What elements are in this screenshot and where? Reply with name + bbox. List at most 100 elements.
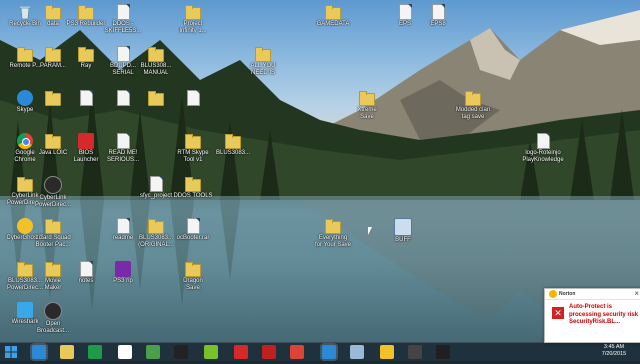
folder-icon <box>148 219 164 234</box>
file-icon <box>116 46 130 62</box>
close-icon[interactable]: × <box>634 289 639 298</box>
notification-message: Auto-Protect is processing security risk… <box>569 304 639 325</box>
desktop-icon[interactable]: ocBooter.rar <box>170 218 216 242</box>
desktop-icon[interactable]: DDOS TOOLS <box>170 176 216 200</box>
app-icon <box>115 261 131 277</box>
desktop-icon[interactable]: PS3 rip <box>100 261 146 285</box>
terminal-icon[interactable] <box>408 345 422 359</box>
desktop-icon-label: BLUS3083... <box>215 150 251 156</box>
folder-icon <box>185 177 201 192</box>
desktop-icon[interactable]: BLUS3083... <box>210 133 256 157</box>
desktop-icon-label: ocBooter.rar <box>176 235 210 241</box>
folder-icon <box>148 47 164 62</box>
desktop-icon[interactable]: BUFF <box>380 218 426 244</box>
desktop-icon-label: DDOS - SKIFFLE5S... <box>104 21 142 34</box>
desktop-icon[interactable]: DDOS - SKIFFLE5S... <box>100 4 146 35</box>
desktop-icon[interactable]: CyberLink PowerDirec... <box>30 176 76 209</box>
wink-icon[interactable] <box>204 345 218 359</box>
bios-launcher-icon <box>78 133 94 149</box>
desktop-icon[interactable]: ALL YOU NEED IS <box>240 46 286 77</box>
desktop-icon[interactable]: BLUS308... MANUAL <box>133 46 179 77</box>
desktop-icon-label: EPS8 <box>430 21 446 27</box>
folder-icon <box>78 5 94 20</box>
file-icon <box>186 218 200 234</box>
folder-icon <box>45 262 61 277</box>
desktop-icon-label: BUFF <box>395 237 411 243</box>
drive-icon[interactable] <box>146 345 160 359</box>
clock-time: 3:45 AM <box>603 344 625 350</box>
skype-icon[interactable] <box>322 345 336 359</box>
desktop-icon[interactable]: READ ME! SERIOUS... <box>100 133 146 164</box>
folder-icon <box>185 262 201 277</box>
file-icon <box>116 4 130 20</box>
desktop-icon-label: Xtreme Save <box>357 107 377 120</box>
file-icon <box>536 133 550 149</box>
desktop-icon-label: CyberLink PowerDirec... <box>34 195 71 208</box>
obs-icon <box>44 302 62 320</box>
file-icon <box>149 176 163 192</box>
desktop-icon-label: READ ME! SERIOUS... <box>106 150 139 163</box>
folder-icon <box>185 134 201 149</box>
desktop-icon[interactable]: Everything for Your Save <box>310 218 356 249</box>
amazon-icon[interactable] <box>174 345 188 359</box>
desktop-icon-label: Modded clan tag save <box>455 107 491 120</box>
folder-icon <box>45 5 61 20</box>
desktop-icon[interactable]: Modded clan tag save <box>450 90 496 121</box>
desktop-icon[interactable]: logo-Roteinjo PlayKnowledge <box>520 133 566 164</box>
desktop-icon-label: Project Infinity 1... <box>179 21 207 34</box>
desktop-icon[interactable]: Dragon Save <box>170 261 216 292</box>
file-icon <box>116 218 130 234</box>
file-explorer-icon[interactable] <box>60 345 74 359</box>
folder-icon <box>255 47 271 62</box>
error-icon: ✕ <box>552 307 564 319</box>
desktop-icon-label: Open Broadcast... <box>36 321 69 334</box>
folder-icon <box>185 5 201 20</box>
excel-icon[interactable] <box>88 345 102 359</box>
cyberlink-icon <box>44 176 62 194</box>
chrome-icon[interactable] <box>290 345 304 359</box>
file-icon <box>79 261 93 277</box>
folder-icon <box>45 219 61 234</box>
desktop-icon-label: GAMEDATA <box>316 21 350 27</box>
clock[interactable]: 3:45 AM 7/20/2015 <box>598 344 630 358</box>
obs-icon[interactable] <box>436 345 450 359</box>
notification-brand: Norton <box>559 291 576 297</box>
cyberghost-icon[interactable] <box>380 345 394 359</box>
arrow-app-icon[interactable] <box>262 345 276 359</box>
folder-icon <box>78 47 94 62</box>
desktop-icon-label: Lizard Squad Booter Pac... <box>35 235 71 248</box>
folder-icon <box>325 219 341 234</box>
network-icon <box>394 218 412 236</box>
notepad-icon[interactable] <box>350 345 364 359</box>
desktop-icon[interactable]: Xtreme Save <box>344 90 390 121</box>
desktop-icon[interactable]: GAMEDATA <box>310 4 356 28</box>
start-button[interactable] <box>4 345 18 359</box>
desktop-icon[interactable]: Lizard Squad Booter Pac... <box>30 218 76 249</box>
home-icon[interactable] <box>118 345 132 359</box>
desktop-icon-label: ALL YOU NEED IS <box>250 63 276 76</box>
desktop-icon[interactable]: Open Broadcast... <box>30 302 76 335</box>
folder-icon <box>225 134 241 149</box>
file-icon <box>186 90 200 106</box>
t-app-icon[interactable] <box>234 345 248 359</box>
file-icon <box>79 90 93 106</box>
norton-logo-icon <box>549 290 557 298</box>
file-icon <box>398 4 412 20</box>
desktop-icon[interactable]: Project Infinity 1... <box>170 4 216 35</box>
desktop-icon-label: Skype <box>16 107 34 113</box>
file-icon <box>431 4 445 20</box>
desktop-icon-label: DDOS TOOLS <box>173 193 213 199</box>
folder-icon <box>45 47 61 62</box>
desktop-icon[interactable] <box>170 90 216 107</box>
notification-header: Norton × <box>545 289 640 300</box>
folder-icon <box>465 91 481 106</box>
norton-notification[interactable]: Norton × ✕ Auto-Protect is processing se… <box>544 288 640 343</box>
file-icon <box>116 133 130 149</box>
desktop-icon-label: PS3 rip <box>113 278 133 284</box>
clock-date: 7/20/2015 <box>601 351 627 357</box>
desktop-icon[interactable]: EPS8 <box>415 4 461 28</box>
folder-icon <box>45 91 61 106</box>
desktop-icon-label: Everything for Your Save <box>314 235 352 248</box>
ie-icon[interactable] <box>32 345 46 359</box>
desktop-icon-label: Dragon Save <box>183 278 203 291</box>
